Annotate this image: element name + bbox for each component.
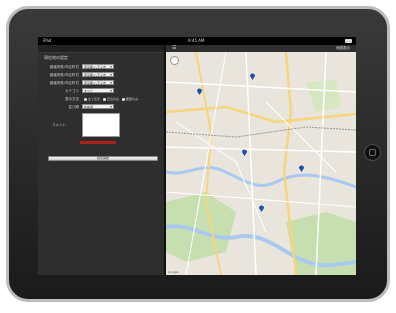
form-row-label: カテゴリ [65, 89, 79, 93]
search-submit-button[interactable]: 検索開始 [48, 156, 158, 161]
sort-select[interactable]: 新着順 [82, 104, 114, 109]
status-clock: 9:45 AM [188, 38, 205, 43]
radio-option-label: 直近のみ [106, 97, 119, 101]
map-title: 地図表示 [336, 46, 350, 50]
form-row-label: 都道府県/市区町村 [49, 65, 79, 69]
map-pin-icon[interactable] [259, 205, 264, 212]
status-bar: iPad 9:45 AM [38, 37, 356, 45]
map-canvas[interactable] [166, 52, 356, 275]
error-message-bar [80, 141, 116, 144]
radio-option-label: 履歴のみ [125, 97, 138, 101]
form-row-1: 都道府県/市区町村 東京都/八王子市 [38, 64, 164, 70]
map-attribution: Google [168, 270, 179, 274]
map-toolbar: ☰ 地図表示 [166, 45, 356, 52]
comment-textarea[interactable] [82, 113, 120, 137]
form-row-label: 都道府県/市区町村 [49, 81, 79, 85]
hamburger-icon[interactable]: ☰ [172, 46, 176, 51]
form-row-2: 都道府県/市区町村 東京都/八王子市 [38, 72, 164, 78]
form-row-select[interactable]: 東京都/八王子市 [82, 72, 114, 77]
form-row-3: 都道府県/市区町村 東京都/八王子市 [38, 80, 164, 86]
form-row-select[interactable]: 東京都/八王子市 [82, 64, 114, 69]
comment-label: コメント [52, 123, 66, 127]
home-button[interactable] [364, 144, 381, 161]
battery-icon [345, 39, 352, 43]
sort-label: 並び順 [68, 105, 80, 109]
map-pin-icon[interactable] [250, 73, 255, 80]
display-mode-radio-group: 全て表示 直近のみ 履歴のみ [82, 96, 138, 102]
form-row-select[interactable]: 東京都/八王子市 [82, 80, 114, 85]
compass-icon[interactable] [170, 56, 179, 65]
map-panel[interactable]: ☰ 地図表示 Google [166, 45, 356, 275]
search-form-panel: 現在地の設定 都道府県/市区町村 東京都/八王子市 都道府県/市区町村 東京都/… [38, 45, 164, 275]
radio-group-label: 表示方法 [65, 97, 79, 101]
map-pin-icon[interactable] [242, 149, 247, 156]
ipad-screen: iPad 9:45 AM 現在地の設定 都道府県/市区町村 東京都/八王子市 都… [38, 37, 356, 275]
carrier-label: iPad [43, 38, 52, 43]
form-panel-header [38, 45, 164, 53]
radio-option-label: 全て表示 [88, 97, 101, 101]
radio-button[interactable] [84, 97, 87, 101]
form-row-sort: 並び順 新着順 [38, 104, 164, 110]
form-row-4: カテゴリ すべて [38, 88, 164, 94]
radio-button[interactable] [102, 97, 106, 101]
form-row-radio: 表示方法 全て表示 直近のみ 履歴のみ [38, 96, 164, 102]
form-row-label: 都道府県/市区町村 [49, 73, 79, 77]
map-pin-icon[interactable] [299, 165, 304, 172]
map-pin-icon[interactable] [197, 88, 202, 95]
radio-button[interactable] [121, 97, 125, 101]
form-row-select[interactable]: すべて [82, 88, 114, 93]
form-heading: 現在地の設定 [44, 55, 68, 60]
